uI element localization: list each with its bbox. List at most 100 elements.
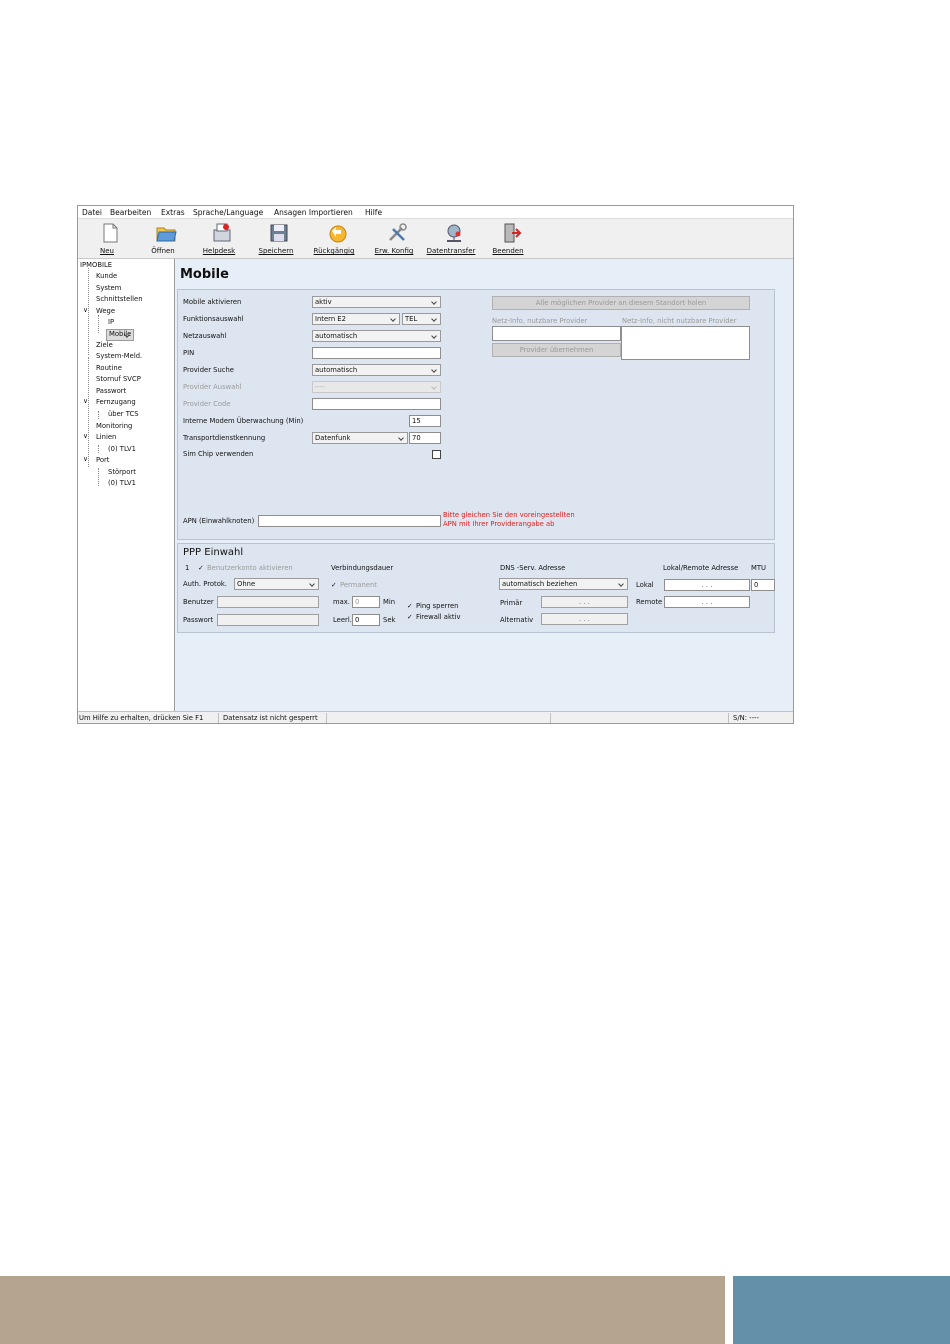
firewall-check-icon[interactable]: ✓ bbox=[407, 613, 413, 621]
tree-item-wege[interactable]: Wege bbox=[96, 307, 115, 315]
provider-suche-select[interactable]: automatisch bbox=[312, 364, 441, 376]
apn-input[interactable] bbox=[258, 515, 441, 527]
mobile-settings-pane: Mobile Mobile aktivieren aktiv Funktions… bbox=[176, 259, 793, 711]
provider-auswahl-select[interactable]: ---- bbox=[312, 381, 441, 393]
take-provider-button[interactable]: Provider übernehmen bbox=[492, 343, 621, 357]
primaer-ip-input[interactable]: . . . bbox=[541, 596, 628, 608]
dns-select[interactable]: automatisch beziehen bbox=[499, 578, 628, 590]
tree-item-port[interactable]: Port bbox=[96, 456, 109, 464]
passwort-input[interactable] bbox=[217, 614, 319, 626]
undo-icon bbox=[329, 225, 347, 243]
ppp-einwahl-panel: PPP Einwahl 1 ✓ Benutzerkonto aktivieren… bbox=[177, 543, 775, 633]
tree-item-linien-tlv1[interactable]: (0) TLV1 bbox=[108, 445, 136, 453]
sim-chip-checkbox[interactable] bbox=[432, 450, 441, 459]
save-button[interactable]: Speichern bbox=[248, 220, 304, 256]
menu-ansagen[interactable]: Ansagen Importieren bbox=[274, 208, 353, 217]
funktionsauswahl-label: Funktionsauswahl bbox=[183, 315, 244, 323]
tree-item-port-tlv1[interactable]: (0) TLV1 bbox=[108, 479, 136, 487]
provider-code-input[interactable] bbox=[312, 398, 441, 410]
pin-input[interactable] bbox=[312, 347, 441, 359]
funktion-typ-select[interactable]: TEL bbox=[402, 313, 441, 325]
menu-datei[interactable]: Datei bbox=[82, 208, 102, 217]
new-button[interactable]: Neu bbox=[79, 220, 135, 256]
data-transfer-icon bbox=[447, 224, 461, 242]
leerl-label: Leerl. bbox=[333, 616, 352, 624]
helpdesk-button[interactable]: Helpdesk bbox=[191, 220, 247, 256]
tree-expand-wege-icon[interactable]: ∨ bbox=[83, 306, 88, 314]
usable-providers-list[interactable] bbox=[492, 326, 621, 341]
data-transfer-button-label: Datentransfer bbox=[426, 247, 476, 255]
remote-ip-input[interactable]: . . . bbox=[664, 596, 750, 608]
max-label: max. bbox=[333, 598, 350, 606]
tree-item-stornruf[interactable]: Stornuf SVCP bbox=[96, 375, 141, 383]
navigation-tree: IPMOBILE Kunde System Schnittstellen ∨ W… bbox=[78, 259, 175, 711]
tree-item-mobile[interactable]: Mobile bbox=[106, 329, 135, 341]
funktionsauswahl-select[interactable]: Intern E2 bbox=[312, 313, 400, 325]
tree-expand-port-icon[interactable]: ∨ bbox=[83, 455, 88, 463]
lokal-ip-input[interactable]: . . . bbox=[664, 579, 750, 591]
usable-providers-label: Netz-Info, nutzbare Provider bbox=[492, 317, 588, 325]
mtu-input[interactable]: 0 bbox=[751, 579, 775, 591]
tree-root[interactable]: IPMOBILE bbox=[80, 261, 112, 269]
mobile-aktivieren-select[interactable]: aktiv bbox=[312, 296, 441, 308]
tree-item-ziele[interactable]: Ziele bbox=[96, 341, 113, 349]
fetch-providers-button[interactable]: Alle möglichen Provider an diesem Stando… bbox=[492, 296, 750, 310]
tree-item-stoerport[interactable]: Störport bbox=[108, 468, 136, 476]
unusable-providers-list[interactable] bbox=[621, 326, 750, 360]
auth-protok-label: Auth. Protok. bbox=[183, 580, 227, 588]
tree-expand-fernzugang-icon[interactable]: ∨ bbox=[83, 397, 88, 405]
benutzerkonto-check-icon[interactable]: ✓ bbox=[198, 564, 204, 572]
tree-item-fernzugang[interactable]: Fernzugang bbox=[96, 398, 136, 406]
leerl-input[interactable]: 0 bbox=[352, 614, 380, 626]
tree-item-passwort[interactable]: Passwort bbox=[96, 387, 126, 395]
pin-label: PIN bbox=[183, 349, 195, 357]
transport-label: Transportdienstkennung bbox=[183, 434, 266, 442]
ppp-title: PPP Einwahl bbox=[183, 547, 244, 558]
alternativ-ip-input[interactable]: . . . bbox=[541, 613, 628, 625]
tree-item-schnittstellen[interactable]: Schnittstellen bbox=[96, 295, 143, 303]
tree-item-routine[interactable]: Routine bbox=[96, 364, 122, 372]
lokal-label: Lokal bbox=[636, 581, 654, 589]
mtu-title: MTU bbox=[751, 564, 766, 572]
open-button[interactable]: Öffnen bbox=[135, 220, 191, 256]
max-input[interactable]: 0 bbox=[352, 596, 380, 608]
modem-ueberwachung-input[interactable]: 15 bbox=[409, 415, 441, 427]
tree-item-system-meld[interactable]: System-Meld. bbox=[96, 352, 142, 360]
undo-button[interactable]: Rückgängig bbox=[306, 220, 362, 256]
transport-select[interactable]: Datenfunk bbox=[312, 432, 408, 444]
menu-extras[interactable]: Extras bbox=[161, 208, 185, 217]
menu-hilfe[interactable]: Hilfe bbox=[365, 208, 382, 217]
tree-item-monitoring[interactable]: Monitoring bbox=[96, 422, 132, 430]
helpdesk-button-label: Helpdesk bbox=[202, 247, 236, 255]
provider-auswahl-label: Provider Auswahl bbox=[183, 383, 242, 391]
benutzer-label: Benutzer bbox=[183, 598, 214, 606]
open-folder-icon bbox=[156, 227, 177, 242]
remote-label: Remote bbox=[636, 598, 663, 606]
verbindungsdauer-label: Verbindungsdauer bbox=[331, 564, 394, 572]
permanent-check-icon[interactable]: ✓ bbox=[331, 581, 337, 589]
menu-bearbeiten[interactable]: Bearbeiten bbox=[110, 208, 151, 217]
auth-protok-select[interactable]: Ohne bbox=[234, 578, 319, 590]
tree-item-ueber-tcs[interactable]: über TCS bbox=[108, 410, 139, 418]
dns-title: DNS -Serv. Adresse bbox=[500, 564, 566, 572]
mobile-aktivieren-label: Mobile aktivieren bbox=[183, 298, 242, 306]
data-transfer-button[interactable]: Datentransfer bbox=[423, 220, 479, 256]
benutzer-input[interactable] bbox=[217, 596, 319, 608]
tree-expand-linien-icon[interactable]: ∨ bbox=[83, 432, 88, 440]
advanced-config-button[interactable]: Erw. Konfig bbox=[366, 220, 422, 256]
exit-button[interactable]: Beenden bbox=[480, 220, 536, 256]
tree-item-ip[interactable]: IP bbox=[108, 318, 114, 326]
netzauswahl-select[interactable]: automatisch bbox=[312, 330, 441, 342]
ping-check-icon[interactable]: ✓ bbox=[407, 602, 413, 610]
permanent-label: Permanent bbox=[340, 581, 377, 589]
primaer-label: Primär bbox=[500, 599, 523, 607]
transport-number-input[interactable]: 70 bbox=[409, 432, 441, 444]
exit-button-label: Beenden bbox=[492, 247, 524, 255]
footer-bar-right bbox=[733, 1276, 950, 1344]
tree-item-system[interactable]: System bbox=[96, 284, 121, 292]
menu-sprache[interactable]: Sprache/Language bbox=[193, 208, 263, 217]
tree-item-linien[interactable]: Linien bbox=[96, 433, 116, 441]
save-disk-icon bbox=[270, 224, 288, 242]
helpdesk-icon bbox=[213, 223, 231, 242]
tree-item-kunde[interactable]: Kunde bbox=[96, 272, 117, 280]
